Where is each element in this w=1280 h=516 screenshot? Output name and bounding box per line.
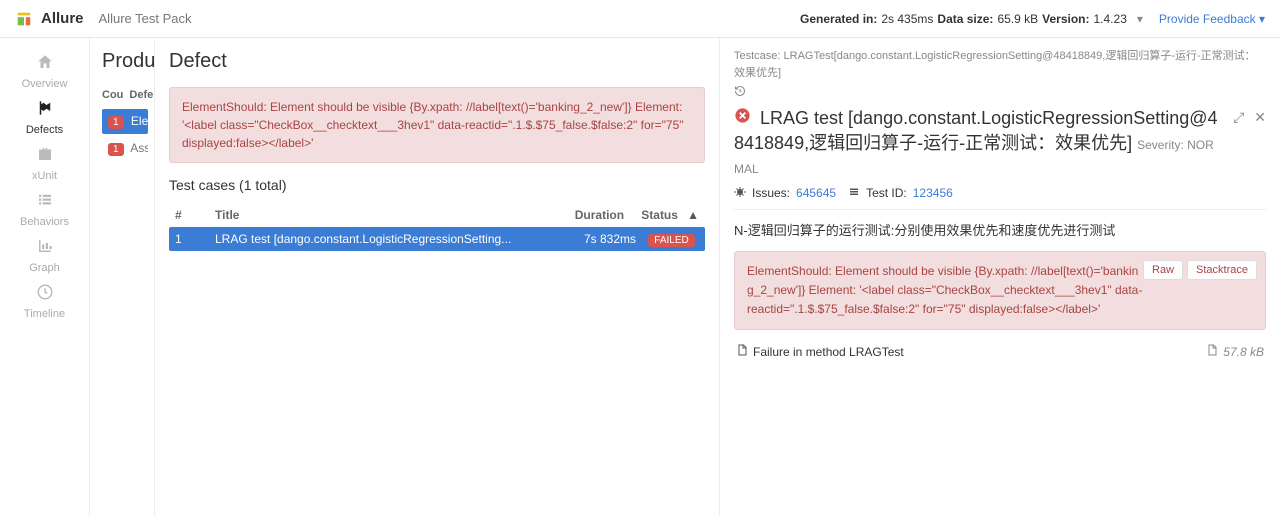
failure-size: 57.8 kB bbox=[1223, 345, 1264, 359]
brand-name: Allure bbox=[41, 10, 84, 27]
sidebar-item-behaviors[interactable]: Behaviors bbox=[0, 186, 89, 232]
size-value: 65.9 kB bbox=[997, 12, 1038, 26]
issues-label: Issues: bbox=[752, 186, 790, 200]
generated-value: 2s 435ms bbox=[881, 12, 933, 26]
sidebar-item-graph[interactable]: Graph bbox=[0, 232, 89, 278]
error-box: Raw Stacktrace ElementShould: Element sh… bbox=[734, 251, 1266, 331]
sidebar-item-overview[interactable]: Overview bbox=[0, 48, 89, 94]
chart-icon bbox=[36, 237, 54, 260]
testid-link[interactable]: 123456 bbox=[913, 186, 953, 200]
test-case-row[interactable]: 1 LRAG test [dango.constant.LogisticRegr… bbox=[169, 227, 705, 251]
testcase-description: N-逻辑回归算子的运行测试:分别使用效果优先和速度优先进行测试 bbox=[734, 220, 1266, 239]
col-num[interactable]: # bbox=[175, 208, 215, 222]
testcase-detail-column: Testcase: LRAGTest[dango.constant.Logist… bbox=[720, 38, 1280, 516]
home-icon bbox=[36, 53, 54, 76]
sidebar-item-label: Timeline bbox=[24, 308, 65, 320]
history-icon[interactable] bbox=[734, 85, 1266, 100]
allure-logo-icon bbox=[15, 10, 33, 28]
hdr-defect[interactable]: Defe bbox=[129, 89, 153, 101]
testcase-title: LRAG test [dango.constant.LogisticRegres… bbox=[734, 106, 1266, 180]
sidebar-item-xunit[interactable]: xUnit bbox=[0, 140, 89, 186]
raw-button[interactable]: Raw bbox=[1143, 260, 1183, 280]
column-title: Product bbox=[102, 50, 148, 73]
defect-row[interactable]: 1 AssertionError bbox=[102, 136, 148, 161]
column-title: Defect bbox=[169, 50, 705, 73]
test-cases-label: Test cases (1 total) bbox=[169, 177, 705, 193]
sidebar-item-label: Graph bbox=[29, 262, 60, 274]
clock-icon bbox=[36, 283, 54, 306]
issues-link[interactable]: 645645 bbox=[796, 186, 836, 200]
test-cases-header: # Title Duration Status ▲ bbox=[169, 203, 705, 227]
sidebar-item-timeline[interactable]: Timeline bbox=[0, 278, 89, 324]
defect-error-message: ElementShould: Element should be visible… bbox=[169, 87, 705, 163]
meta-line: Issues: 645645 Test ID: 123456 bbox=[734, 186, 1266, 210]
topbar-right: Generated in: 2s 435ms Data size: 65.9 k… bbox=[800, 12, 1265, 26]
size-label: Data size: bbox=[937, 12, 993, 26]
version-label: Version: bbox=[1042, 12, 1089, 26]
defect-row-text: AssertionError bbox=[130, 141, 148, 155]
main: Overview Defects xUnit Behaviors Graph bbox=[0, 38, 1280, 516]
file-icon bbox=[736, 344, 748, 359]
sidebar-item-label: xUnit bbox=[32, 170, 57, 182]
defect-count-badge: 1 bbox=[108, 116, 124, 129]
version-caret-icon[interactable]: ▾ bbox=[1137, 12, 1143, 26]
defect-row-selected[interactable]: 1 ElementShould: Element should be visib… bbox=[102, 109, 148, 134]
defect-row-text: ElementShould: Element should be visible… bbox=[131, 114, 148, 128]
bug-icon bbox=[734, 186, 746, 201]
sidebar-item-defects[interactable]: Defects bbox=[0, 94, 89, 140]
hdr-count[interactable]: Cou bbox=[102, 89, 123, 101]
row-duration: 7s 832ms bbox=[576, 232, 636, 246]
product-defects-column: Product Cou Defe 1 ElementShould: Elemen… bbox=[90, 38, 155, 516]
sort-arrow-icon[interactable]: ▲ bbox=[687, 208, 699, 222]
stacktrace-button[interactable]: Stacktrace bbox=[1187, 260, 1257, 280]
content: Product Cou Defe 1 ElementShould: Elemen… bbox=[90, 38, 1280, 516]
col-status[interactable]: Status bbox=[632, 208, 687, 222]
list-icon bbox=[36, 191, 54, 214]
version-value: 1.4.23 bbox=[1094, 12, 1127, 26]
testid-label: Test ID: bbox=[866, 186, 907, 200]
topbar: Allure Allure Test Pack Generated in: 2s… bbox=[0, 0, 1280, 38]
expand-icon[interactable]: ⤢ bbox=[1233, 109, 1244, 125]
download-icon[interactable] bbox=[1206, 344, 1218, 359]
flag-icon bbox=[36, 99, 54, 122]
row-title: LRAG test [dango.constant.LogisticRegres… bbox=[215, 232, 576, 246]
defect-count-badge: 1 bbox=[108, 143, 124, 156]
generated-label: Generated in: bbox=[800, 12, 877, 26]
breadcrumb-label: Testcase: bbox=[734, 50, 780, 62]
row-status: FAILED bbox=[644, 232, 699, 246]
fail-status-icon bbox=[734, 107, 751, 131]
sidebar-item-label: Defects bbox=[26, 124, 63, 136]
failure-attachment-row[interactable]: Failure in method LRAGTest 57.8 kB bbox=[734, 340, 1266, 363]
sidebar: Overview Defects xUnit Behaviors Graph bbox=[0, 38, 90, 516]
col-duration[interactable]: Duration bbox=[564, 208, 624, 222]
feedback-link[interactable]: Provide Feedback ▾ bbox=[1159, 12, 1265, 26]
row-num: 1 bbox=[175, 232, 215, 246]
failure-label: Failure in method LRAGTest bbox=[753, 345, 1206, 359]
close-icon[interactable]: ✕ bbox=[1254, 109, 1266, 125]
defect-detail-column: Defect ElementShould: Element should be … bbox=[155, 38, 720, 516]
pack-name: Allure Test Pack bbox=[99, 11, 192, 26]
breadcrumb: Testcase: LRAGTest[dango.constant.Logist… bbox=[734, 48, 1266, 81]
briefcase-icon bbox=[36, 145, 54, 168]
col-title[interactable]: Title bbox=[215, 208, 564, 222]
sidebar-item-label: Overview bbox=[22, 78, 68, 90]
sidebar-item-label: Behaviors bbox=[20, 216, 69, 228]
list-icon bbox=[848, 186, 860, 201]
breadcrumb-value: LRAGTest[dango.constant.LogisticRegressi… bbox=[734, 50, 1256, 79]
